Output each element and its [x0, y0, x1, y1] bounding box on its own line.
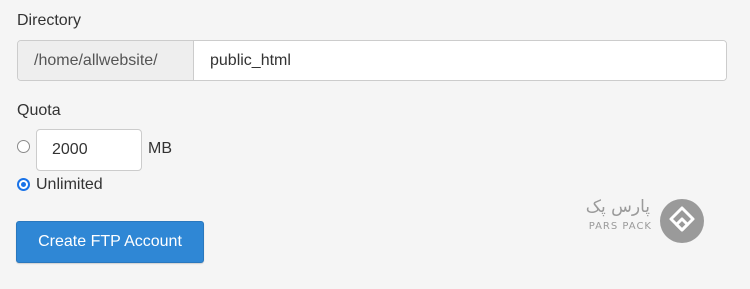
directory-label: Directory: [17, 12, 82, 29]
watermark-text-fa: پارس پک: [585, 197, 650, 217]
directory-prefix: /home/allwebsite/: [18, 41, 194, 80]
quota-unit-label: MB: [148, 140, 172, 157]
quota-unlimited-radio[interactable]: [17, 178, 30, 191]
directory-input-group: /home/allwebsite/: [17, 40, 727, 81]
parspack-watermark: پارس پک PARS PACK: [582, 193, 712, 249]
create-ftp-account-button[interactable]: Create FTP Account: [16, 221, 204, 263]
quota-input[interactable]: [36, 129, 142, 171]
quota-limit-radio[interactable]: [17, 140, 30, 153]
quota-label: Quota: [17, 102, 61, 119]
directory-input[interactable]: [194, 41, 726, 80]
parspack-logo-icon: [660, 199, 704, 243]
watermark-text-en: PARS PACK: [588, 221, 652, 232]
unlimited-label[interactable]: Unlimited: [36, 176, 103, 194]
